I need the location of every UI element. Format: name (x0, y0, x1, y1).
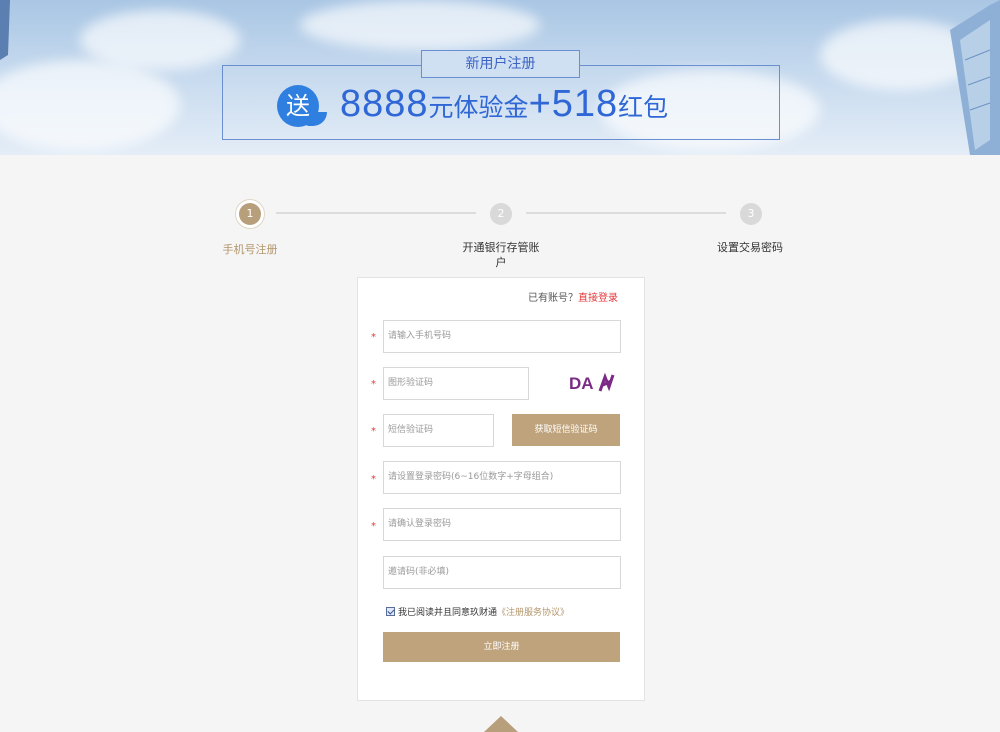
step-3-label: 设置交易密码 (717, 241, 783, 254)
captcha-image[interactable]: DA (567, 369, 619, 397)
gift-badge-icon: 送 (277, 85, 319, 127)
step-2-circle: 2 (490, 203, 512, 225)
phone-input[interactable]: 请输入手机号码 (383, 320, 621, 353)
step-connector (526, 212, 726, 214)
promo-bonus-suffix: 红包 (618, 93, 669, 122)
step-3-circle: 3 (740, 203, 762, 225)
building-right-image (950, 0, 1000, 155)
agreement-row: 我已阅读并且同意玖财通《注册服务协议》 (386, 605, 569, 618)
promo-text: 8888元体验金+518红包 (340, 83, 668, 126)
step-1-circle: 1 (239, 203, 261, 225)
has-account-hint: 已有账号？直接登录 (528, 289, 618, 304)
promo-bonus: 518 (551, 83, 619, 125)
sms-code-input[interactable]: 短信验证码 (383, 414, 494, 447)
promo-plus: + (528, 83, 552, 125)
agree-text: 我已阅读并且同意玖财通 (398, 608, 498, 618)
required-mark: * (371, 379, 376, 390)
direct-login-link[interactable]: 直接登录 (578, 293, 618, 304)
required-mark: * (371, 332, 376, 343)
step-2-label: 开通银行存管账户 (462, 241, 540, 269)
required-mark: * (371, 426, 376, 437)
step-connector (276, 212, 476, 214)
confirm-password-input[interactable]: 请确认登录密码 (383, 508, 621, 541)
has-account-text: 已有账号？ (528, 293, 578, 304)
new-user-title: 新用户注册 (421, 50, 580, 78)
scroll-down-arrow-icon (484, 716, 518, 732)
promo-amount-suffix: 元体验金 (428, 93, 529, 122)
terms-link[interactable]: 《注册服务协议》 (497, 608, 569, 618)
captcha-input[interactable]: 图形验证码 (383, 367, 529, 400)
captcha-text: DA (569, 374, 594, 393)
register-button[interactable]: 立即注册 (383, 632, 620, 662)
step-1-label: 手机号注册 (222, 243, 278, 256)
registration-form: 已有账号？直接登录 * 请输入手机号码 * 图形验证码 DA * 短信验证码 获… (357, 277, 645, 701)
required-mark: * (371, 521, 376, 532)
agree-checkbox[interactable] (386, 607, 395, 616)
get-sms-code-button[interactable]: 获取短信验证码 (512, 414, 620, 446)
invite-code-input[interactable]: 邀请码(非必填) (383, 556, 621, 589)
promo-amount: 8888 (340, 83, 429, 125)
required-mark: * (371, 474, 376, 485)
password-input[interactable]: 请设置登录密码(6~16位数字+字母组合) (383, 461, 621, 494)
promo-banner: 新用户注册 送 8888元体验金+518红包 (0, 0, 1000, 155)
building-left-image (0, 0, 10, 60)
